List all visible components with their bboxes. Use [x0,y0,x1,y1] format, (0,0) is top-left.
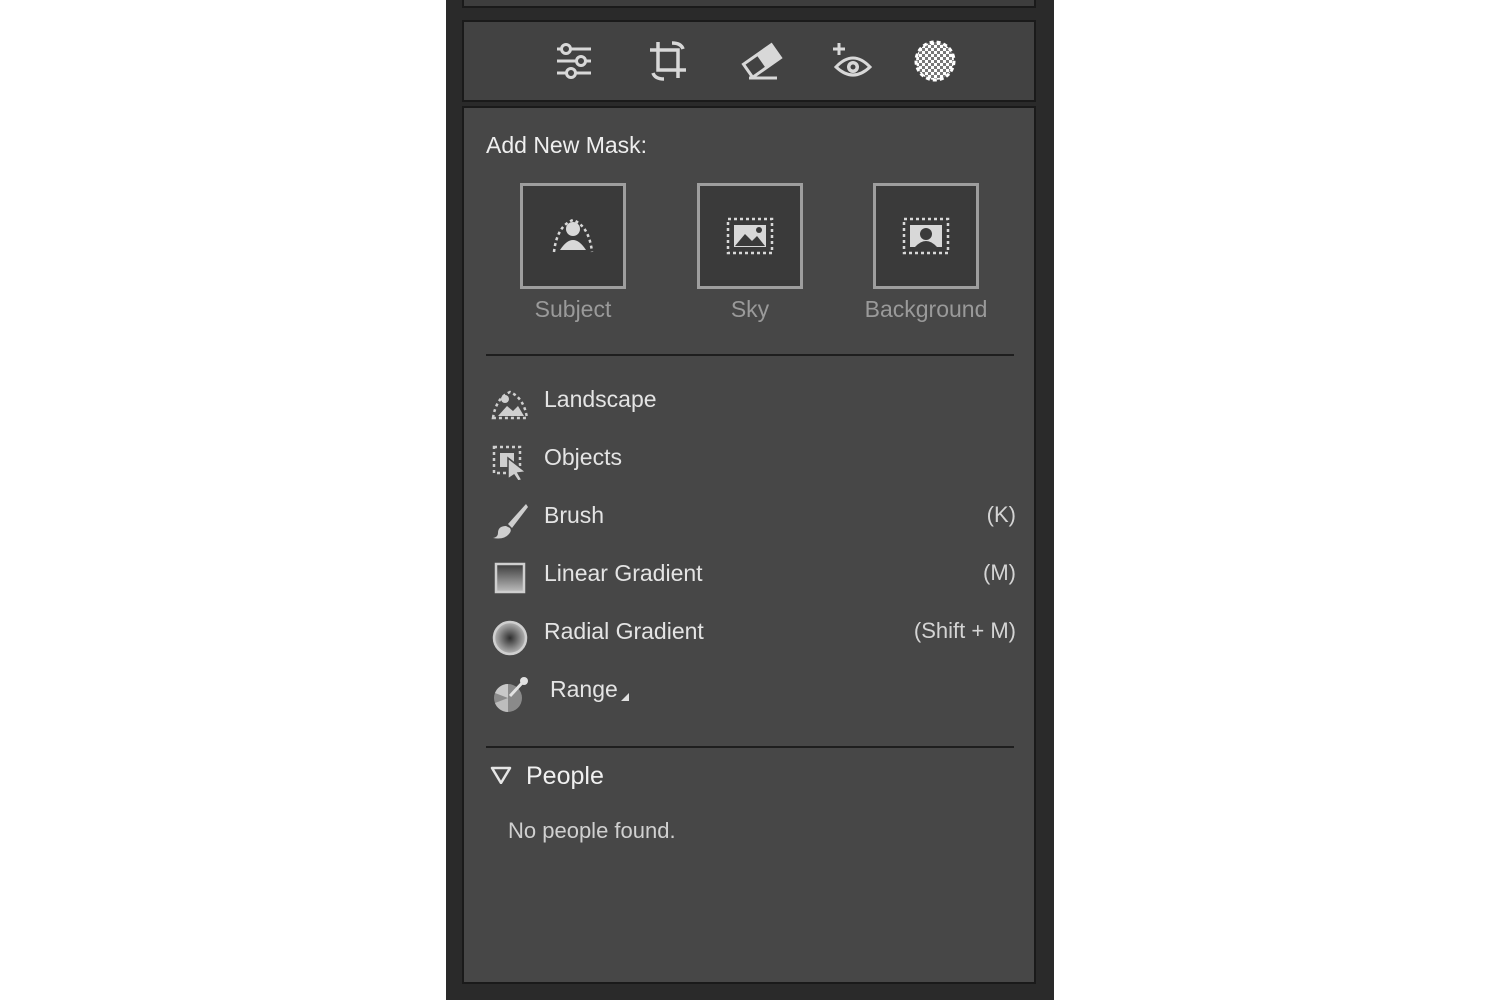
tool-linear-gradient[interactable]: Linear Gradient (M) [486,552,1016,600]
dropdown-triangle-icon[interactable] [620,692,630,702]
panel-top-strip [462,0,1036,8]
tool-objects[interactable]: Objects [486,436,1016,484]
masking-panel: Add New Mask: Subject Sky Background Lan… [462,106,1036,984]
divider [486,354,1014,356]
range-icon [494,677,528,712]
subject-mask-button[interactable] [520,183,626,289]
tool-label: Radial Gradient [544,618,704,644]
tool-landscape[interactable]: Landscape [486,378,1016,426]
subject-label: Subject [534,296,612,322]
background-mask-button[interactable] [873,183,979,289]
landscape-icon [491,390,529,420]
tool-brush[interactable]: Brush (K) [486,494,1016,542]
linear-gradient-icon [494,562,526,594]
brush-icon [493,504,528,539]
tool-range[interactable]: Range [486,668,1016,716]
edit-toolbar [462,20,1036,102]
collapse-triangle-icon [490,766,512,784]
edit-sliders-icon[interactable] [548,36,600,86]
subject-icon [552,218,594,253]
tool-label: Objects [544,444,622,470]
tool-shortcut: (M) [983,560,1016,585]
tool-label: Range [550,676,618,702]
tool-label: Brush [544,502,605,528]
tool-label: Landscape [544,386,657,412]
masking-icon[interactable] [909,36,961,86]
add-new-mask-heading: Add New Mask: [486,132,648,158]
tool-shortcut: (Shift + M) [913,618,1016,643]
tool-shortcut: (K) [986,502,1016,527]
tool-label: Linear Gradient [544,560,703,586]
crop-icon[interactable] [642,36,694,86]
sky-mask-button[interactable] [697,183,803,289]
radial-gradient-icon [492,620,528,656]
divider [486,746,1014,748]
tool-radial-gradient[interactable]: Radial Gradient (Shift + M) [486,610,1016,658]
objects-icon [492,445,528,482]
sky-label: Sky [730,296,770,322]
red-eye-icon[interactable] [826,36,878,86]
people-title: People [526,762,604,790]
background-label: Background [864,296,988,322]
background-icon [902,217,950,255]
no-people-message: No people found. [508,818,676,843]
eraser-icon[interactable] [736,36,788,86]
sky-icon [726,217,774,255]
